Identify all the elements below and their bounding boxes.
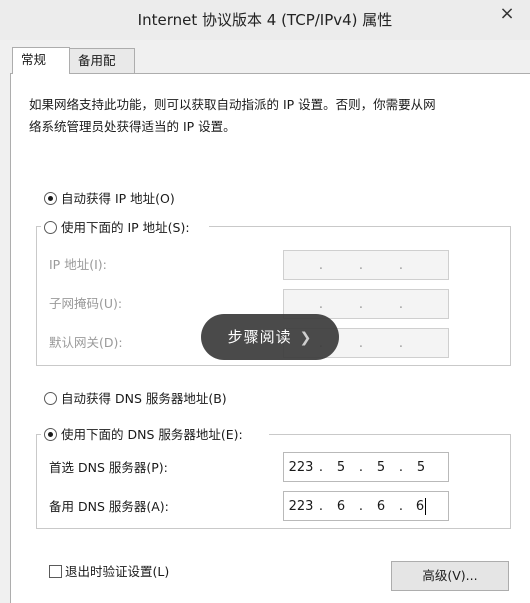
description-line-1: 如果网络支持此功能，则可以获取自动指派的 IP 设置。否则，你需要从网 <box>29 97 436 112</box>
ip-auto-radio[interactable] <box>44 192 57 205</box>
octet: 6 <box>376 498 386 514</box>
dot: . <box>398 335 404 351</box>
tab-alternate-config[interactable]: 备用配置 <box>69 48 135 92</box>
octet: 6 <box>415 498 425 514</box>
ip-manual-radio-row[interactable]: 使用下面的 IP 地址(S): <box>44 219 190 237</box>
title-bar: Internet 协议版本 4 (TCP/IPv4) 属性 × <box>0 0 530 40</box>
ip-manual-label: 使用下面的 IP 地址(S): <box>61 220 190 235</box>
alternate-dns-label: 备用 DNS 服务器(A): <box>49 499 169 514</box>
ip-manual-radio[interactable] <box>44 221 57 234</box>
dns-manual-radio[interactable] <box>44 428 57 441</box>
ip-auto-label: 自动获得 IP 地址(O) <box>61 191 175 206</box>
dot: . <box>398 257 404 273</box>
step-reading-label: 步骤阅读 <box>227 328 292 346</box>
octet: 223 <box>288 459 314 475</box>
step-reading-badge[interactable]: 步骤阅读 ❯ <box>201 314 339 360</box>
chevron-right-icon: ❯ <box>299 330 313 346</box>
octet: 223 <box>288 498 314 514</box>
close-icon[interactable]: × <box>498 5 516 23</box>
validate-label: 退出时验证设置(L) <box>65 564 170 579</box>
octet: 6 <box>336 498 346 514</box>
preferred-dns-input[interactable]: 223. 5. 5. 5 <box>283 452 449 482</box>
text-caret <box>425 497 427 515</box>
tab-general[interactable]: 常规 <box>12 47 70 74</box>
dns-manual-radio-row[interactable]: 使用下面的 DNS 服务器地址(E): <box>44 426 243 444</box>
ip-address-label: IP 地址(I): <box>49 257 107 272</box>
preferred-dns-label: 首选 DNS 服务器(P): <box>49 460 168 475</box>
alternate-dns-input[interactable]: 223. 6. 6. 6 <box>283 491 449 521</box>
dot: . <box>358 257 364 273</box>
dns-auto-radio-row[interactable]: 自动获得 DNS 服务器地址(B) <box>44 390 227 408</box>
default-gateway-label: 默认网关(D): <box>49 335 123 350</box>
octet-with-caret: 6 <box>404 497 438 515</box>
dns-manual-label: 使用下面的 DNS 服务器地址(E): <box>61 427 243 442</box>
octet: 5 <box>416 459 426 475</box>
dot: . <box>318 296 324 312</box>
dot: . <box>398 296 404 312</box>
dns-auto-radio[interactable] <box>44 392 57 405</box>
window-title: Internet 协议版本 4 (TCP/IPv4) 属性 <box>137 11 393 29</box>
dot: . <box>358 335 364 351</box>
octet: 5 <box>376 459 386 475</box>
validate-checkbox[interactable] <box>49 565 62 578</box>
dot: . <box>318 257 324 273</box>
tab-label: 常规 <box>21 52 47 67</box>
description-line-2: 络系统管理员处获得适当的 IP 设置。 <box>29 119 236 134</box>
ip-address-input[interactable]: . . . <box>283 250 449 280</box>
dot: . <box>358 296 364 312</box>
ip-auto-radio-row[interactable]: 自动获得 IP 地址(O) <box>44 190 175 208</box>
advanced-button[interactable]: 高级(V)... <box>391 561 509 591</box>
subnet-mask-label: 子网掩码(U): <box>49 296 123 311</box>
validate-row[interactable]: 退出时验证设置(L) <box>49 563 169 581</box>
dns-auto-label: 自动获得 DNS 服务器地址(B) <box>61 391 227 406</box>
octet: 5 <box>336 459 346 475</box>
